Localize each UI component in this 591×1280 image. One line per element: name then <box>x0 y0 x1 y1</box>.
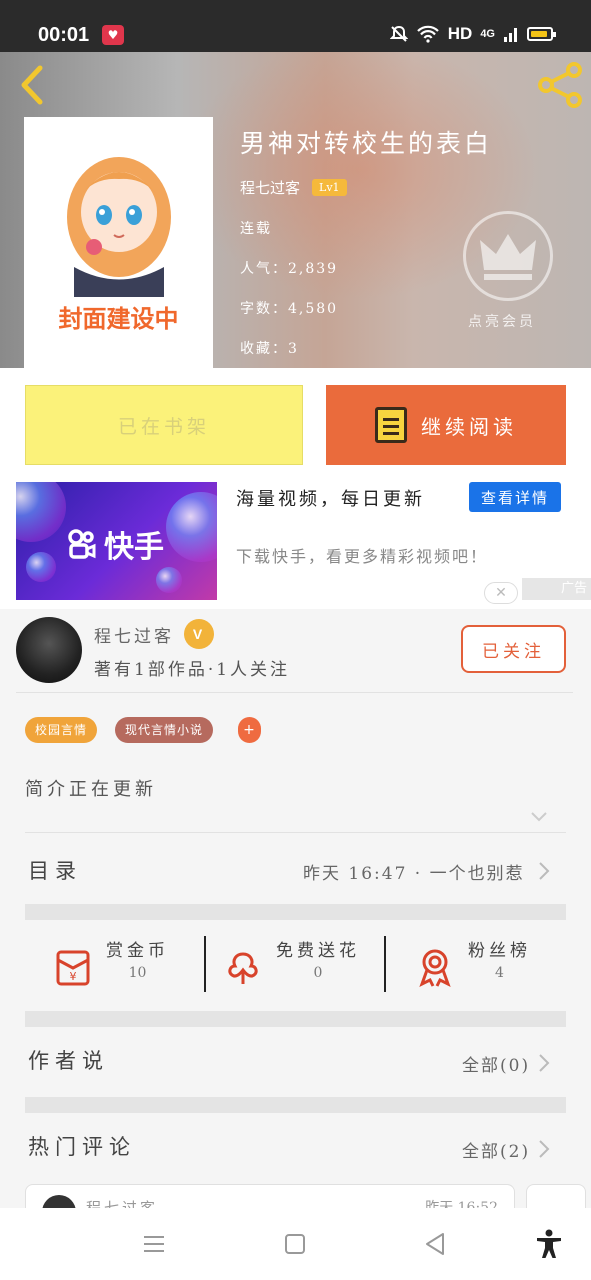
book-author[interactable]: 程七过客 <box>240 177 300 198</box>
ad-bubble <box>166 492 217 562</box>
popularity-value: 2,839 <box>288 261 339 277</box>
gift-flowers[interactable]: 免费送花 0 <box>222 936 360 988</box>
ad-bubble <box>16 482 66 542</box>
status-icons: HD 4G <box>389 24 556 44</box>
signal-icon <box>504 28 517 42</box>
gift-value: 0 <box>313 965 323 981</box>
add-tag-button[interactable]: + <box>238 717 261 743</box>
author-says-all[interactable]: 全部(0) <box>462 1051 530 1076</box>
vip-crown-label: 点亮会员 <box>468 314 536 330</box>
hot-comments-all[interactable]: 全部(2) <box>462 1137 530 1162</box>
divider <box>16 692 573 693</box>
tag-modern-romance[interactable]: 现代言情小说 <box>115 717 214 743</box>
continue-reading-button[interactable]: 继续阅读 <box>326 385 566 465</box>
status-time: 00:01 <box>38 24 90 46</box>
favorites-value: 3 <box>288 341 299 357</box>
author-name[interactable]: 程七过客 <box>94 622 174 647</box>
chevron-right-icon[interactable] <box>538 861 550 881</box>
chevron-down-icon[interactable] <box>530 811 548 823</box>
book-author-line: 程七过客 Lv1 <box>240 177 347 198</box>
ad-detail-button[interactable]: 查看详情 <box>469 482 561 512</box>
author-avatar[interactable] <box>16 617 82 683</box>
in-shelf-button[interactable]: 已在书架 <box>25 385 303 465</box>
continue-reading-label: 继续阅读 <box>421 414 517 439</box>
chevron-right-icon[interactable] <box>538 1139 550 1159</box>
vertical-separator <box>204 936 206 992</box>
back-triangle-icon[interactable] <box>419 1228 451 1260</box>
medal-icon <box>419 949 451 988</box>
ad-close-button[interactable]: ✕ <box>484 582 518 604</box>
favorites-label: 收藏： <box>240 341 288 357</box>
battery-icon <box>527 27 556 41</box>
follow-button[interactable]: 已关注 <box>461 625 566 673</box>
book-title: 男神对转校生的表白 <box>240 129 493 158</box>
gift-fans-ranking[interactable]: 粉丝榜 4 <box>414 936 531 988</box>
signal-label: 4G <box>480 28 495 40</box>
book-cover[interactable]: 封面建设中 <box>24 117 213 368</box>
chevron-right-icon[interactable] <box>538 1053 550 1073</box>
section-separator <box>25 1011 566 1027</box>
section-separator <box>25 904 566 920</box>
ad-tag: 广告 <box>522 578 591 600</box>
book-status: 连载 <box>240 221 272 237</box>
ad-bubble <box>156 567 182 593</box>
book-intro: 简介正在更新 <box>25 779 157 800</box>
gift-name: 赏金币 <box>106 941 169 961</box>
menu-icon[interactable] <box>138 1228 170 1260</box>
verified-badge: V <box>184 619 214 649</box>
ad-bubble <box>26 552 56 582</box>
cover-illustration <box>67 157 171 297</box>
gift-name: 免费送花 <box>276 941 360 961</box>
svg-text:¥: ¥ <box>70 970 77 983</box>
gift-value: 4 <box>495 965 504 981</box>
app-notification-icon: ♥ <box>102 25 124 45</box>
action-area: 已在书架 继续阅读 <box>0 368 591 481</box>
author-says-label[interactable]: 作者说 <box>28 1045 109 1075</box>
cover-caption: 封面建设中 <box>58 306 179 333</box>
red-envelope-icon: ¥ <box>56 950 90 986</box>
catalog-latest[interactable]: 昨天 16:47 · 一个也别惹 <box>303 859 525 884</box>
gift-coins[interactable]: ¥ 赏金币 10 <box>52 936 169 988</box>
system-nav-bar <box>0 1208 591 1280</box>
book-header: 00:01 ♥ HD 4G 封面建设中 男神对转校生的表白 程七过客 Lv1 连… <box>0 0 591 368</box>
crown-icon <box>480 234 536 280</box>
ad-description: 下载快手，看更多精彩视频吧！ <box>236 547 489 566</box>
gift-value: 10 <box>128 965 147 981</box>
book-popularity: 人气：2,839 <box>240 258 338 278</box>
accessibility-icon[interactable] <box>533 1228 565 1260</box>
vip-crown-button[interactable] <box>463 211 553 301</box>
book-icon <box>375 407 407 443</box>
ad-title: 海量视频，每日更新 <box>236 489 425 510</box>
book-favorites: 收藏：3 <box>240 338 299 358</box>
author-name-row: 程七过客 V <box>94 619 214 649</box>
ad-brand: 快手 <box>66 522 164 566</box>
divider <box>25 832 566 833</box>
network-label: HD <box>447 24 473 43</box>
gift-name: 粉丝榜 <box>468 941 531 961</box>
book-word-count: 字数：4,580 <box>240 298 338 318</box>
book-details: 程七过客 V 著有1部作品·1人关注 已关注 校园言情 现代言情小说 + 简介正… <box>0 609 591 1229</box>
back-arrow-icon[interactable] <box>14 62 50 108</box>
catalog-label[interactable]: 目录 <box>28 855 82 885</box>
home-square-icon[interactable] <box>279 1228 311 1260</box>
tag-campus-romance[interactable]: 校园言情 <box>25 717 98 743</box>
popularity-label: 人气： <box>240 261 288 277</box>
section-separator <box>25 1097 566 1113</box>
vertical-separator <box>384 936 386 992</box>
ad-banner[interactable]: 快手 <box>16 482 217 600</box>
wifi-icon <box>416 25 439 43</box>
hot-comments-label[interactable]: 热门评论 <box>28 1131 136 1161</box>
author-stats: 著有1部作品·1人关注 <box>94 660 291 680</box>
word-count-value: 4,580 <box>288 301 339 317</box>
kuaishou-logo-icon <box>68 529 96 559</box>
share-icon[interactable] <box>536 62 584 108</box>
word-count-label: 字数： <box>240 301 288 317</box>
flower-icon <box>228 952 258 984</box>
mute-bell-icon <box>389 25 408 42</box>
status-bar: 00:01 ♥ HD 4G <box>0 0 591 52</box>
level-badge: Lv1 <box>312 179 347 196</box>
ad-brand-name: 快手 <box>104 531 164 564</box>
ad-block[interactable]: 快手 海量视频，每日更新 查看详情 下载快手，看更多精彩视频吧！ ✕ 广告 <box>0 481 591 609</box>
